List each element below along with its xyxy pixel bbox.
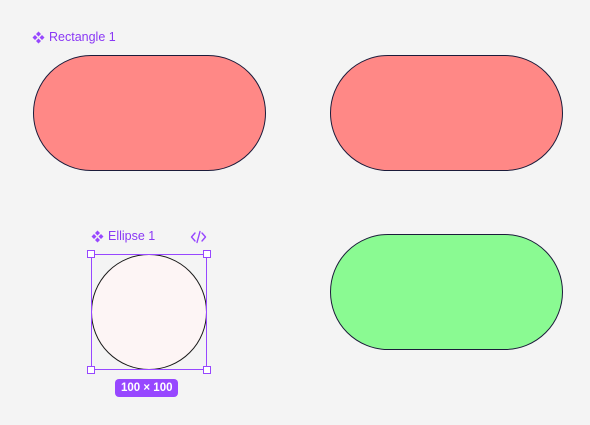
rectangle-1-main-component[interactable] xyxy=(33,55,266,171)
rectangle-1-instance-green[interactable] xyxy=(330,234,563,350)
resize-handle-top-right[interactable] xyxy=(203,250,211,258)
ellipse-component-label[interactable]: Ellipse 1 xyxy=(91,229,155,243)
component-name: Rectangle 1 xyxy=(49,30,116,44)
design-canvas[interactable]: Rectangle 1 Ellipse 1 100 × 100 xyxy=(0,0,590,425)
selection-size-badge: 100 × 100 xyxy=(115,379,179,397)
resize-handle-top-left[interactable] xyxy=(87,250,95,258)
resize-handle-bottom-left[interactable] xyxy=(87,366,95,374)
resize-handle-bottom-right[interactable] xyxy=(203,366,211,374)
component-name: Ellipse 1 xyxy=(108,229,156,243)
rectangle-component-label[interactable]: Rectangle 1 xyxy=(32,30,116,44)
selection-bounding-box xyxy=(91,254,207,370)
component-diamond-icon xyxy=(32,31,45,44)
component-diamond-icon xyxy=(91,230,104,243)
rectangle-1-instance-red[interactable] xyxy=(330,55,563,171)
code-brackets-icon[interactable] xyxy=(190,230,207,249)
